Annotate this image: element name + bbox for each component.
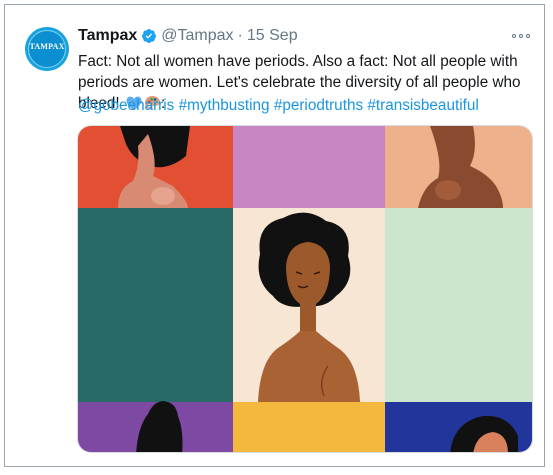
tweet-date[interactable]: 15 Sep <box>247 27 298 45</box>
avatar[interactable]: TAMPAX <box>25 27 69 71</box>
tampax-logo: TAMPAX <box>29 42 65 51</box>
tweet-links: @gobeeharris #mythbusting #periodtruths … <box>78 95 479 116</box>
panel-1 <box>233 126 385 208</box>
tweet-image[interactable] <box>77 125 533 453</box>
panel-5 <box>385 208 532 402</box>
more-options-icon[interactable] <box>512 29 530 43</box>
panel-7 <box>233 402 385 452</box>
panel-3 <box>78 208 233 402</box>
hashtag-link[interactable]: #mythbusting <box>179 97 270 114</box>
author-handle[interactable]: @Tampax <box>161 27 233 45</box>
tweet-header: Tampax @Tampax · 15 Sep <box>78 25 298 47</box>
author-name[interactable]: Tampax <box>78 27 137 45</box>
mention-link[interactable]: @gobeeharris <box>78 97 174 114</box>
hashtag-link[interactable]: #transisbeautiful <box>367 97 478 114</box>
hashtag-link[interactable]: #periodtruths <box>274 97 363 114</box>
tweet-card[interactable]: TAMPAX Tampax @Tampax · 15 Sep Fact: Not… <box>4 4 545 467</box>
illustration <box>78 126 532 452</box>
separator-dot: · <box>237 27 243 44</box>
verified-badge-icon <box>141 28 157 44</box>
